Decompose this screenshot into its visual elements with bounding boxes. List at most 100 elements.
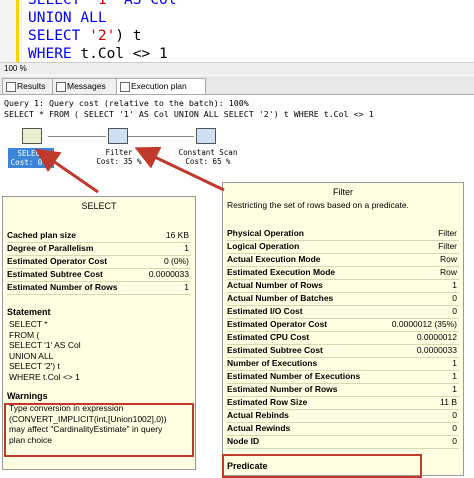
property-row: Node ID 0 xyxy=(227,435,459,449)
property-name: Estimated Operator Cost xyxy=(227,319,328,329)
tooltip-title: SELECT xyxy=(81,201,117,211)
property-value: 0 xyxy=(452,423,457,433)
property-value: 1 xyxy=(452,280,457,290)
property-value: 0 xyxy=(452,410,457,420)
property-name: Actual Number of Rows xyxy=(227,280,323,290)
property-name: Estimated Number of Rows xyxy=(7,282,118,292)
code-token: ) t xyxy=(115,28,142,44)
query-editor[interactable]: SELECT '1' AS Col UNION ALL SELECT '2') tW… xyxy=(0,0,474,62)
property-name: Degree of Parallelism xyxy=(7,243,94,253)
code-line: SELECT '2') t xyxy=(28,27,176,45)
sql-code[interactable]: SELECT '1' AS Col UNION ALL SELECT '2') tW… xyxy=(28,0,176,63)
property-value: 0.0000033 xyxy=(148,269,189,279)
code-line: SELECT '1' AS Col xyxy=(28,0,176,9)
property-row: Estimated Operator Cost 0 (0%) xyxy=(7,255,191,269)
property-row: Physical Operation Filter xyxy=(227,227,459,241)
statement-header: Statement xyxy=(7,307,51,317)
property-value: Filter xyxy=(438,241,457,251)
tab-execution-plan[interactable]: Execution plan xyxy=(116,78,206,94)
property-row: Actual Execution Mode Row xyxy=(227,253,459,267)
grid-icon xyxy=(6,82,16,92)
code-line: UNION ALL xyxy=(28,9,176,27)
property-name: Estimated Operator Cost xyxy=(7,256,108,266)
select-operator-icon[interactable] xyxy=(22,128,42,144)
code-token: UNION ALL xyxy=(28,10,107,26)
property-name: Node ID xyxy=(227,436,260,446)
property-row: Estimated Number of Rows 1 xyxy=(7,281,191,295)
code-token: WHERE xyxy=(28,46,81,62)
warning-highlight xyxy=(4,403,194,457)
zoom-level[interactable]: 100 % xyxy=(4,63,27,75)
property-row: Estimated Subtree Cost 0.0000033 xyxy=(7,268,191,282)
property-name: Actual Number of Batches xyxy=(227,293,334,303)
change-bar xyxy=(16,0,19,62)
scan-node-label: Constant Scan xyxy=(178,148,238,157)
query-cost-text: Query 1: Query cost (relative to the bat… xyxy=(4,98,374,119)
property-value: 0 xyxy=(452,436,457,446)
property-value: 1 xyxy=(184,243,189,253)
property-name: Estimated CPU Cost xyxy=(227,332,310,342)
filter-operator-icon[interactable] xyxy=(108,128,128,144)
property-value: Row xyxy=(439,267,457,277)
code-token: SELECT xyxy=(28,28,90,44)
property-name: Estimated Subtree Cost xyxy=(227,345,323,355)
tooltip-description: Restricting the set of rows based on a p… xyxy=(227,200,409,210)
property-row: Estimated Number of Executions 1 xyxy=(227,370,459,384)
property-value: 0 xyxy=(452,293,457,303)
code-token: '1' xyxy=(89,0,116,8)
property-name: Estimated Number of Rows xyxy=(227,384,338,394)
warnings-header: Warnings xyxy=(7,391,48,401)
property-row: Number of Executions 1 xyxy=(227,357,459,371)
property-name: Actual Execution Mode xyxy=(227,254,321,264)
property-name: Estimated Execution Mode xyxy=(227,267,336,277)
property-row: Cached plan size 16 KB xyxy=(7,229,191,243)
property-name: Estimated Row Size xyxy=(227,397,308,407)
property-name: Estimated Subtree Cost xyxy=(7,269,103,279)
code-token: t.Col <> 1 xyxy=(80,46,168,62)
code-token: AS Col xyxy=(115,0,177,8)
property-row: Actual Number of Rows 1 xyxy=(227,279,459,293)
tab-messages[interactable]: Messages xyxy=(52,78,126,94)
property-value: 1 xyxy=(184,282,189,292)
property-row: Actual Rebinds 0 xyxy=(227,409,459,423)
property-value: 0.0000012 xyxy=(416,332,457,342)
property-value: Filter xyxy=(438,228,457,238)
property-value: 1 xyxy=(452,371,457,381)
code-token: '2' xyxy=(89,28,116,44)
scan-node-cost: Cost: 65 % xyxy=(185,157,231,166)
property-row: Estimated Operator Cost 0.0000012 (35%) xyxy=(227,318,459,332)
property-name: Cached plan size xyxy=(7,230,76,240)
property-value: 0.0000012 (35%) xyxy=(391,319,457,329)
property-row: Logical Operation Filter xyxy=(227,240,459,254)
plan-connector xyxy=(128,136,194,137)
plan-icon xyxy=(120,82,130,92)
select-node[interactable]: SELECT Cost: 0 % xyxy=(8,148,54,168)
property-value: 1 xyxy=(452,358,457,368)
property-name: Estimated I/O Cost xyxy=(227,306,303,316)
property-name: Actual Rewinds xyxy=(227,423,291,433)
property-name: Physical Operation xyxy=(227,228,304,238)
property-name: Number of Executions xyxy=(227,358,318,368)
zoom-bar: 100 % xyxy=(0,62,474,75)
property-value: 0 (0%) xyxy=(163,256,189,266)
property-row: Estimated Row Size 11 B xyxy=(227,396,459,410)
property-value: 0 xyxy=(452,306,457,316)
property-name: Actual Rebinds xyxy=(227,410,289,420)
property-value: 0.0000033 xyxy=(416,345,457,355)
property-row: Degree of Parallelism 1 xyxy=(7,242,191,256)
property-row: Estimated Subtree Cost 0.0000033 xyxy=(227,344,459,358)
filter-tooltip: Filter Restricting the set of rows based… xyxy=(222,182,464,476)
property-value: 16 KB xyxy=(165,230,189,240)
statement-text: SELECT * FROM ( SELECT '1' AS Col UNION … xyxy=(9,319,81,382)
tooltip-title: Filter xyxy=(333,187,353,197)
constant-scan-operator-icon[interactable] xyxy=(196,128,216,144)
plan-connector xyxy=(48,136,106,137)
property-name: Estimated Number of Executions xyxy=(227,371,361,381)
property-value: 1 xyxy=(452,384,457,394)
editor-gutter xyxy=(0,0,22,62)
results-tabs: Results Messages Execution plan xyxy=(0,76,474,95)
property-name: Logical Operation xyxy=(227,241,300,251)
code-token: SELECT xyxy=(28,0,90,8)
property-row: Estimated CPU Cost 0.0000012 xyxy=(227,331,459,345)
code-line: WHERE t.Col <> 1 xyxy=(28,45,176,63)
